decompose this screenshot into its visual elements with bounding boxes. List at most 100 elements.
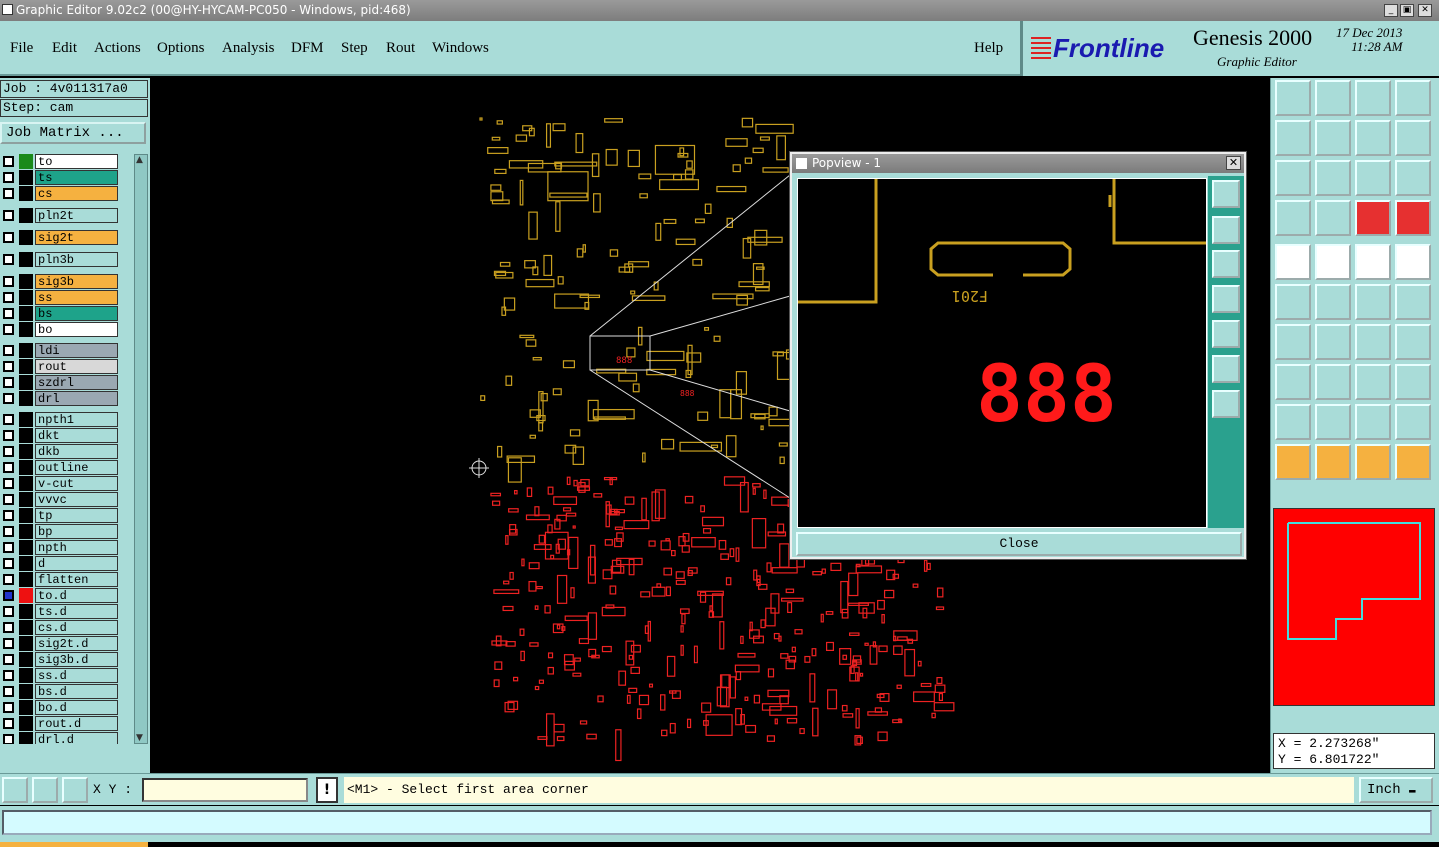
group-icon[interactable] bbox=[1395, 364, 1431, 400]
fit-icon[interactable] bbox=[1275, 160, 1311, 196]
layer-color-swatch[interactable] bbox=[19, 343, 33, 358]
help-icon[interactable] bbox=[1395, 160, 1431, 196]
layer-color-swatch[interactable] bbox=[19, 652, 33, 667]
layer-row-npth1[interactable]: npth1 bbox=[0, 412, 120, 427]
layer-color-swatch[interactable] bbox=[19, 359, 33, 374]
layer-row-ss.d[interactable]: ss.d bbox=[0, 668, 120, 683]
layer-checkbox[interactable] bbox=[3, 292, 14, 303]
layer-row-v-cut[interactable]: v-cut bbox=[0, 476, 120, 491]
layer-name[interactable]: ss bbox=[35, 290, 118, 305]
layer-name[interactable]: bs.d bbox=[35, 684, 118, 699]
layer-checkbox[interactable] bbox=[3, 254, 14, 265]
layer-row-vvvc[interactable]: vvvc bbox=[0, 492, 120, 507]
layer-name[interactable]: vvvc bbox=[35, 492, 118, 507]
redo-icon[interactable] bbox=[1395, 120, 1431, 156]
layer-row-szdrl[interactable]: szdrl bbox=[0, 375, 120, 390]
layer-name[interactable]: npth bbox=[35, 540, 118, 555]
snapshot-icon[interactable] bbox=[1275, 200, 1311, 236]
drc-icon[interactable] bbox=[1355, 200, 1391, 236]
layer-color-swatch[interactable] bbox=[19, 684, 33, 699]
menu-analysis[interactable]: Analysis bbox=[222, 40, 275, 57]
pop-pan-right-icon[interactable] bbox=[1212, 320, 1240, 348]
home-icon[interactable] bbox=[1355, 80, 1391, 116]
layer-checkbox[interactable] bbox=[3, 308, 14, 319]
layer-row-flatten[interactable]: flatten bbox=[0, 572, 120, 587]
layer-color-swatch[interactable] bbox=[19, 428, 33, 443]
layer-checkbox[interactable] bbox=[3, 606, 14, 617]
undo-icon[interactable] bbox=[1355, 120, 1391, 156]
triangle-1-icon[interactable] bbox=[1275, 404, 1311, 440]
layer-row-npth[interactable]: npth bbox=[0, 540, 120, 555]
layer-name[interactable]: sig3b.d bbox=[35, 652, 118, 667]
layer-color-swatch[interactable] bbox=[19, 170, 33, 185]
layer-row-drl.d[interactable]: drl.d bbox=[0, 732, 120, 744]
layer-checkbox[interactable] bbox=[3, 686, 14, 697]
layer-row-sig2t[interactable]: sig2t bbox=[0, 230, 120, 245]
menu-help[interactable]: Help bbox=[974, 40, 1003, 57]
layer-checkbox[interactable] bbox=[3, 345, 14, 356]
scale-icon[interactable] bbox=[1355, 160, 1391, 196]
layer-color-swatch[interactable] bbox=[19, 620, 33, 635]
line-mode-icon[interactable] bbox=[1315, 244, 1351, 280]
layer-checkbox[interactable] bbox=[3, 172, 14, 183]
layer-name[interactable]: bo.d bbox=[35, 700, 118, 715]
snap-icon[interactable] bbox=[2, 777, 28, 803]
layer-checkbox[interactable] bbox=[3, 494, 14, 505]
layer-checkbox[interactable] bbox=[3, 622, 14, 633]
layer-color-swatch[interactable] bbox=[19, 154, 33, 169]
layer-row-drl[interactable]: drl bbox=[0, 391, 120, 406]
layer-name[interactable]: sig2t bbox=[35, 230, 118, 245]
layer-color-swatch[interactable] bbox=[19, 412, 33, 427]
menu-dfm[interactable]: DFM bbox=[291, 40, 324, 57]
layer-row-bs[interactable]: bs bbox=[0, 306, 120, 321]
layer-checkbox[interactable] bbox=[3, 734, 14, 744]
layer-color-swatch[interactable] bbox=[19, 230, 33, 245]
menu-rout[interactable]: Rout bbox=[386, 40, 415, 57]
pop-pan-left-icon[interactable] bbox=[1212, 285, 1240, 313]
layer-row-outline[interactable]: outline bbox=[0, 460, 120, 475]
layer-name[interactable]: tp bbox=[35, 508, 118, 523]
layer-color-swatch[interactable] bbox=[19, 492, 33, 507]
layer-checkbox[interactable] bbox=[3, 377, 14, 388]
alert-icon[interactable]: ! bbox=[316, 777, 338, 803]
center-icon[interactable] bbox=[1315, 160, 1351, 196]
pop-pan-up-icon[interactable] bbox=[1212, 216, 1240, 244]
layer-checkbox[interactable] bbox=[3, 414, 14, 425]
dash-icon[interactable] bbox=[1315, 364, 1351, 400]
pointer-icon[interactable] bbox=[1275, 444, 1311, 480]
layer-color-swatch[interactable] bbox=[19, 604, 33, 619]
layer-checkbox[interactable] bbox=[3, 510, 14, 521]
layer-name[interactable]: ldi bbox=[35, 343, 118, 358]
layer-checkbox[interactable] bbox=[3, 478, 14, 489]
layer-name[interactable]: bo bbox=[35, 322, 118, 337]
grid-icon[interactable] bbox=[62, 777, 88, 803]
menu-windows[interactable]: Windows bbox=[432, 40, 489, 57]
layer-checkbox[interactable] bbox=[3, 232, 14, 243]
layer-row-bo[interactable]: bo bbox=[0, 322, 120, 337]
layer-row-tp[interactable]: tp bbox=[0, 508, 120, 523]
layer-row-to[interactable]: to bbox=[0, 154, 120, 169]
layer-checkbox[interactable] bbox=[3, 638, 14, 649]
layer-checkbox[interactable] bbox=[3, 446, 14, 457]
layer-checkbox[interactable] bbox=[3, 670, 14, 681]
layer-name[interactable]: d bbox=[35, 556, 118, 571]
scroll-up-icon[interactable]: ▲ bbox=[136, 155, 146, 165]
layer-color-swatch[interactable] bbox=[19, 186, 33, 201]
layer-name[interactable]: drl.d bbox=[35, 732, 118, 744]
connect-icon[interactable] bbox=[1275, 284, 1311, 320]
layer-checkbox[interactable] bbox=[3, 574, 14, 585]
menu-step[interactable]: Step bbox=[341, 40, 368, 57]
layer-color-swatch[interactable] bbox=[19, 588, 33, 603]
popview-close-button[interactable]: Close bbox=[796, 532, 1242, 556]
layer-name[interactable]: pln3b bbox=[35, 252, 118, 267]
layer-checkbox[interactable] bbox=[3, 542, 14, 553]
measure-icon[interactable] bbox=[32, 777, 58, 803]
slope-icon[interactable] bbox=[1315, 324, 1351, 360]
menu-edit[interactable]: Edit bbox=[52, 40, 77, 57]
layer-row-sig3b[interactable]: sig3b bbox=[0, 274, 120, 289]
layer-color-swatch[interactable] bbox=[19, 274, 33, 289]
split-icon[interactable] bbox=[1395, 324, 1431, 360]
layer-checkbox[interactable] bbox=[3, 430, 14, 441]
feature-select-icon[interactable] bbox=[1275, 364, 1311, 400]
layer-checkbox[interactable] bbox=[3, 558, 14, 569]
